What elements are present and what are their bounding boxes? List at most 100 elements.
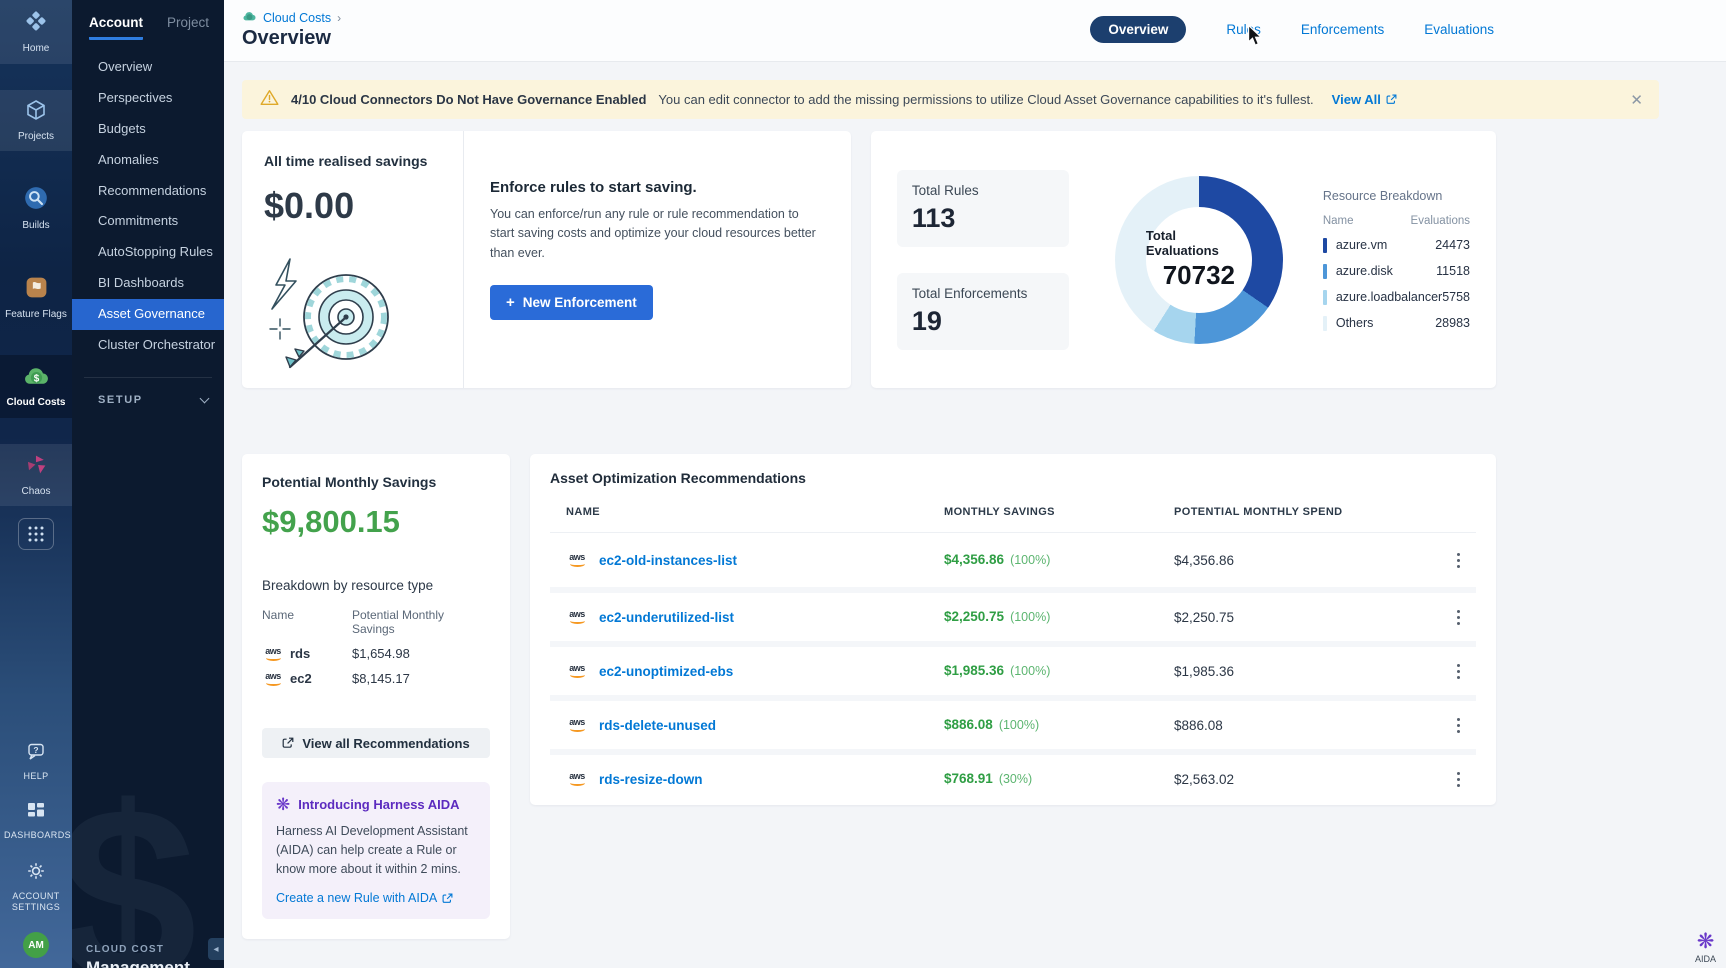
breadcrumb-cloud-costs[interactable]: Cloud Costs xyxy=(263,11,331,25)
row-menu-button[interactable] xyxy=(1440,714,1476,737)
user-avatar[interactable]: AM xyxy=(23,932,49,958)
recommendations-title: Asset Optimization Recommendations xyxy=(550,470,1476,486)
breakdown-value: 24473 xyxy=(1435,238,1470,252)
recommendation-link[interactable]: ec2-unoptimized-ebs xyxy=(599,664,733,679)
row-menu-button[interactable] xyxy=(1440,606,1476,629)
donut-center: Total Evaluations 70732 xyxy=(1146,207,1252,313)
rail-label: Cloud Costs xyxy=(7,397,66,409)
external-link-icon xyxy=(1386,94,1397,105)
sidebar-item-anomalies[interactable]: Anomalies xyxy=(72,145,224,176)
potential-name-col: Name xyxy=(262,608,352,636)
help-label: HELP xyxy=(23,771,48,783)
col-monthly-savings: MONTHLY SAVINGS xyxy=(944,506,1174,518)
tab-project[interactable]: Project xyxy=(167,15,209,40)
savings-percent: (100%) xyxy=(1010,664,1050,678)
tab-account[interactable]: Account xyxy=(89,15,143,40)
monthly-savings-value: $2,250.75 xyxy=(944,609,1004,624)
table-row: aws ec2 $8,145.17 xyxy=(262,671,490,686)
cloud-costs-icon: $ xyxy=(23,363,50,393)
breakdown-name: azure.disk xyxy=(1336,264,1393,278)
rail-label: Chaos xyxy=(22,486,51,498)
tab-overview[interactable]: Overview xyxy=(1090,16,1186,43)
account-settings-button[interactable]: ACCOUNT SETTINGS xyxy=(4,860,68,914)
governance-stats-card: Total Rules 113 Total Enforcements 19 To… xyxy=(871,131,1496,388)
tab-enforcements[interactable]: Enforcements xyxy=(1301,22,1384,37)
setup-section-toggle[interactable]: SETUP xyxy=(72,378,224,406)
main-content: Cloud Costs › Overview Overview Rules En… xyxy=(224,0,1726,968)
module-label-small: CLOUD COST xyxy=(86,944,190,955)
view-all-recommendations-button[interactable]: View all Recommendations xyxy=(262,728,490,758)
monthly-savings-value: $886.08 xyxy=(944,717,993,732)
row-menu-button[interactable] xyxy=(1440,660,1476,683)
dollar-watermark: $ xyxy=(72,751,197,968)
close-icon[interactable]: ✕ xyxy=(1630,91,1643,109)
enforce-title: Enforce rules to start saving. xyxy=(490,179,823,196)
aws-icon: aws xyxy=(262,647,284,661)
sidebar-item-budgets[interactable]: Budgets xyxy=(72,114,224,145)
sidebar-item-overview[interactable]: Overview xyxy=(72,52,224,83)
tab-evaluations[interactable]: Evaluations xyxy=(1424,22,1494,37)
view-all-link[interactable]: View All xyxy=(1332,92,1397,107)
scope-tabs: Account Project xyxy=(72,0,224,40)
savings-percent: (100%) xyxy=(999,718,1039,732)
apps-grid-icon[interactable] xyxy=(18,518,54,550)
new-enforcement-button[interactable]: + New Enforcement xyxy=(490,285,653,320)
sidebar-item-autostopping-rules[interactable]: AutoStopping Rules xyxy=(72,237,224,268)
cloud-costs-sidebar: Account Project Overview Perspectives Bu… xyxy=(72,0,224,968)
rail-item-feature-flags[interactable]: Feature Flags xyxy=(0,267,72,330)
total-rules-value: 113 xyxy=(912,203,1054,234)
resource-name: rds xyxy=(290,646,310,661)
sidebar-item-commitments[interactable]: Commitments xyxy=(72,206,224,237)
rail-label: Projects xyxy=(18,131,54,143)
rail-item-home[interactable]: Home xyxy=(0,0,72,64)
external-link-icon xyxy=(442,893,453,904)
aws-icon: aws xyxy=(566,718,588,732)
realised-savings-card: All time realised savings $0.00 xyxy=(242,131,851,388)
sidebar-item-bi-dashboards[interactable]: BI Dashboards xyxy=(72,268,224,299)
legend-swatch xyxy=(1323,264,1327,279)
monthly-savings-value: $768.91 xyxy=(944,771,993,786)
row-menu-button[interactable] xyxy=(1440,768,1476,791)
aws-icon: aws xyxy=(566,664,588,678)
monthly-savings-value: $4,356.86 xyxy=(944,552,1004,567)
dashboards-icon xyxy=(26,801,46,826)
recommendation-link[interactable]: rds-resize-down xyxy=(599,772,703,787)
banner-title: 4/10 Cloud Connectors Do Not Have Govern… xyxy=(291,92,646,107)
tab-rules[interactable]: Rules xyxy=(1226,22,1261,37)
sidebar-item-asset-governance[interactable]: Asset Governance xyxy=(72,299,224,330)
help-button[interactable]: ? HELP xyxy=(23,742,48,783)
evaluations-donut-chart: Total Evaluations 70732 xyxy=(1115,176,1283,344)
new-enforcement-label: New Enforcement xyxy=(523,295,637,310)
recommendations-header: NAME MONTHLY SAVINGS POTENTIAL MONTHLY S… xyxy=(550,506,1476,533)
sidebar-collapse-button[interactable]: ◂ xyxy=(208,938,224,960)
sidebar-item-perspectives[interactable]: Perspectives xyxy=(72,83,224,114)
recommendation-link[interactable]: rds-delete-unused xyxy=(599,718,716,733)
plus-icon: + xyxy=(506,294,515,311)
breakdown-name: Others xyxy=(1336,316,1374,330)
rail-item-chaos[interactable]: Chaos xyxy=(0,444,72,507)
monthly-savings-value: $1,985.36 xyxy=(944,663,1004,678)
monthly-spend-value: $4,356.86 xyxy=(1174,553,1440,568)
rail-label: Home xyxy=(23,43,50,55)
potential-savings-title: Potential Monthly Savings xyxy=(262,474,490,490)
sidebar-item-recommendations[interactable]: Recommendations xyxy=(72,176,224,207)
breakdown-row: azure.disk 11518 xyxy=(1323,264,1470,279)
monthly-spend-value: $1,985.36 xyxy=(1174,664,1440,679)
module-label: CLOUD COST Management xyxy=(86,944,190,968)
dashboards-label: DASHBOARDS xyxy=(4,830,68,842)
sidebar-item-cluster-orchestrator[interactable]: Cluster Orchestrator xyxy=(72,330,224,361)
aida-fab-button[interactable]: ❋ AIDA xyxy=(1695,931,1716,964)
recommendation-link[interactable]: ec2-underutilized-list xyxy=(599,610,734,625)
dashboards-button[interactable]: DASHBOARDS xyxy=(4,801,68,842)
table-row: aws ec2-unoptimized-ebs $1,985.36(100%) … xyxy=(550,641,1476,695)
rail-item-builds[interactable]: Builds xyxy=(0,177,72,241)
table-row: aws rds-delete-unused $886.08(100%) $886… xyxy=(550,695,1476,749)
aws-icon: aws xyxy=(566,553,588,567)
rail-item-cloud-costs[interactable]: $ Cloud Costs xyxy=(0,355,72,418)
create-rule-with-aida-link[interactable]: Create a new Rule with AIDA xyxy=(276,891,476,905)
table-row: aws ec2-old-instances-list $4,356.86(100… xyxy=(550,533,1476,587)
recommendation-link[interactable]: ec2-old-instances-list xyxy=(599,553,737,568)
row-menu-button[interactable] xyxy=(1440,549,1476,572)
rail-item-projects[interactable]: Projects xyxy=(0,90,72,152)
summary-row: All time realised savings $0.00 xyxy=(242,131,1496,388)
